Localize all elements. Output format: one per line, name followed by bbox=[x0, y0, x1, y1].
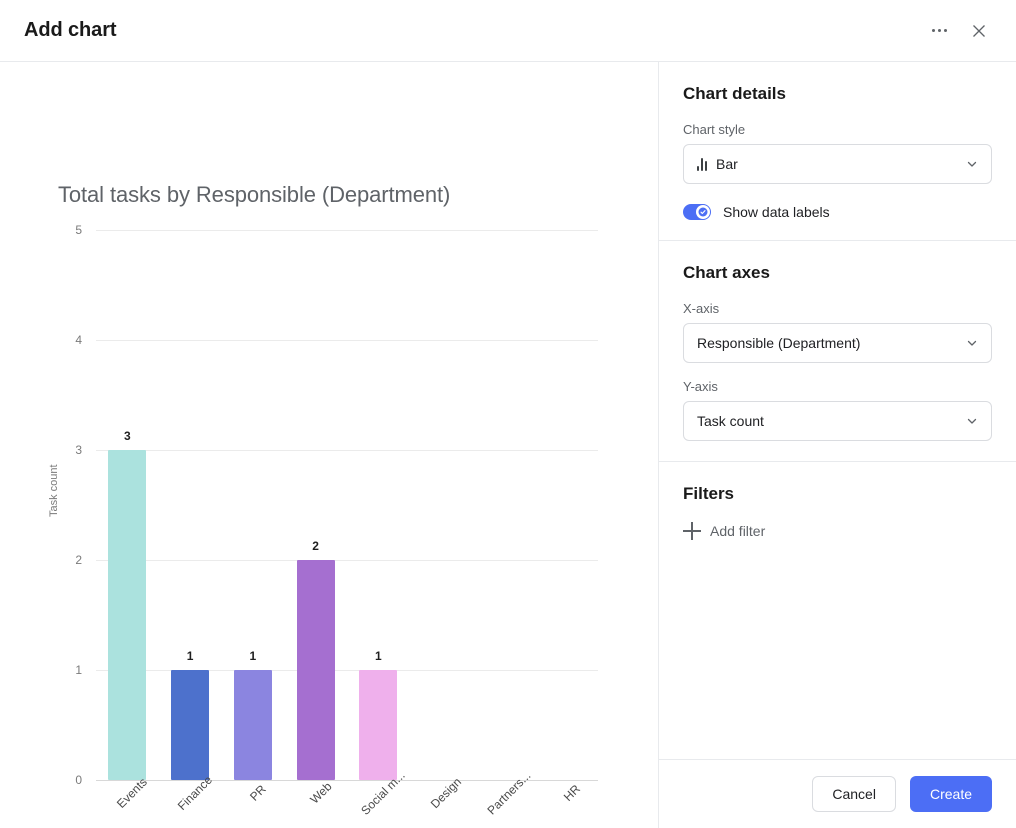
bar-series: 3 1 1 2 1 bbox=[96, 230, 598, 780]
x-axis-value: Responsible (Department) bbox=[697, 335, 861, 351]
bar[interactable] bbox=[233, 670, 272, 780]
chevron-down-icon bbox=[965, 157, 979, 171]
y-axis-tick-label: 5 bbox=[75, 223, 82, 237]
y-axis-title: Task count bbox=[48, 464, 60, 517]
y-axis-tick-label: 4 bbox=[75, 333, 82, 347]
y-axis-label: Y-axis bbox=[683, 379, 718, 394]
x-axis-tick-labels: Events Finance PR Web Social m... Design Partn… bbox=[96, 768, 598, 828]
section-chart-axes: Chart axes X-axis Responsible (Departmen… bbox=[659, 240, 1016, 461]
bar-slot: 1 bbox=[222, 230, 285, 780]
show-data-labels-toggle[interactable]: Show data labels bbox=[683, 204, 992, 220]
panel-content: Chart details Chart style Bar Show data … bbox=[659, 62, 1016, 759]
chevron-down-icon bbox=[965, 414, 979, 428]
x-tick-slot: Design bbox=[410, 775, 473, 828]
add-chart-dialog: Add chart Total tasks by Responsible (De… bbox=[0, 0, 1016, 828]
bar[interactable] bbox=[108, 450, 147, 780]
header-actions bbox=[924, 16, 994, 46]
chart-style-label: Chart style bbox=[683, 122, 746, 137]
x-axis-tick-label: PR bbox=[246, 782, 269, 804]
field-y-axis: Y-axis Task count bbox=[683, 379, 992, 441]
bar-slot: 2 bbox=[284, 230, 347, 780]
chart-axes-heading: Chart axes bbox=[683, 263, 770, 282]
bar-slot: 1 bbox=[159, 230, 222, 780]
add-filter-label: Add filter bbox=[710, 523, 766, 539]
bar-data-label: 1 bbox=[375, 649, 382, 663]
bar[interactable] bbox=[359, 670, 398, 780]
show-data-labels-label: Show data labels bbox=[723, 204, 830, 220]
chart-style-value: Bar bbox=[716, 156, 738, 172]
chart-preview: Total tasks by Responsible (Department) … bbox=[0, 62, 658, 828]
x-tick-slot: Finance bbox=[159, 773, 222, 828]
y-axis-select[interactable]: Task count bbox=[683, 401, 992, 441]
page-title: Add chart bbox=[24, 19, 117, 41]
x-axis-tick-label: HR bbox=[560, 781, 583, 805]
field-chart-style: Chart style Bar bbox=[683, 122, 992, 184]
chart-settings-panel: Chart details Chart style Bar Show data … bbox=[658, 62, 1016, 828]
field-x-axis: X-axis Responsible (Department) bbox=[683, 301, 992, 363]
bar-slot bbox=[535, 230, 598, 780]
bar-data-label: 1 bbox=[249, 649, 257, 663]
bar[interactable] bbox=[296, 560, 335, 780]
y-axis-value: Task count bbox=[697, 413, 764, 429]
bar-chart-icon bbox=[697, 157, 707, 171]
plus-icon bbox=[683, 522, 701, 540]
x-axis-label: X-axis bbox=[683, 301, 720, 316]
bar-slot: 3 bbox=[96, 230, 159, 780]
x-tick-slot: PR bbox=[222, 782, 285, 828]
bar-data-label: 1 bbox=[186, 649, 194, 663]
x-tick-slot: Social m... bbox=[347, 768, 410, 828]
close-button[interactable] bbox=[964, 16, 994, 46]
toggle-knob bbox=[696, 205, 710, 219]
y-axis-tick-label: 3 bbox=[75, 443, 82, 457]
bar-slot bbox=[473, 230, 536, 780]
y-axis-tick-label: 2 bbox=[75, 553, 82, 567]
close-icon bbox=[973, 24, 985, 37]
bar-data-label: 3 bbox=[124, 429, 131, 443]
section-filters: Filters Add filter bbox=[659, 461, 1016, 560]
create-button[interactable]: Create bbox=[909, 776, 992, 812]
bar-slot: 1 bbox=[347, 230, 410, 780]
check-icon bbox=[698, 207, 708, 217]
more-horizontal-icon bbox=[931, 29, 947, 32]
bar-data-label: 2 bbox=[312, 539, 319, 553]
dialog-header: Add chart bbox=[0, 0, 1016, 62]
more-options-button[interactable] bbox=[924, 16, 954, 46]
bar-slot bbox=[410, 230, 473, 780]
toggle-switch bbox=[683, 204, 711, 220]
bar[interactable] bbox=[171, 670, 210, 780]
x-tick-slot: HR bbox=[535, 781, 598, 828]
x-axis-select[interactable]: Responsible (Department) bbox=[683, 323, 992, 363]
cancel-button[interactable]: Cancel bbox=[812, 776, 896, 812]
dialog-body: Total tasks by Responsible (Department) … bbox=[0, 62, 1016, 828]
chart-style-select[interactable]: Bar bbox=[683, 144, 992, 184]
x-axis-tick-label: Web bbox=[306, 779, 335, 807]
chevron-down-icon bbox=[965, 336, 979, 350]
dialog-footer: Cancel Create bbox=[659, 759, 1016, 828]
x-tick-slot: Partners... bbox=[473, 768, 536, 828]
x-tick-slot: Events bbox=[96, 775, 159, 828]
section-chart-details: Chart details Chart style Bar Show data … bbox=[659, 62, 1016, 240]
add-filter-button[interactable]: Add filter bbox=[683, 522, 992, 540]
filters-heading: Filters bbox=[683, 484, 735, 503]
chart-details-heading: Chart details bbox=[683, 84, 786, 103]
x-tick-slot: Web bbox=[284, 779, 347, 828]
y-axis-tick-label: 0 bbox=[75, 773, 82, 787]
y-axis-tick-label: 1 bbox=[75, 663, 82, 677]
